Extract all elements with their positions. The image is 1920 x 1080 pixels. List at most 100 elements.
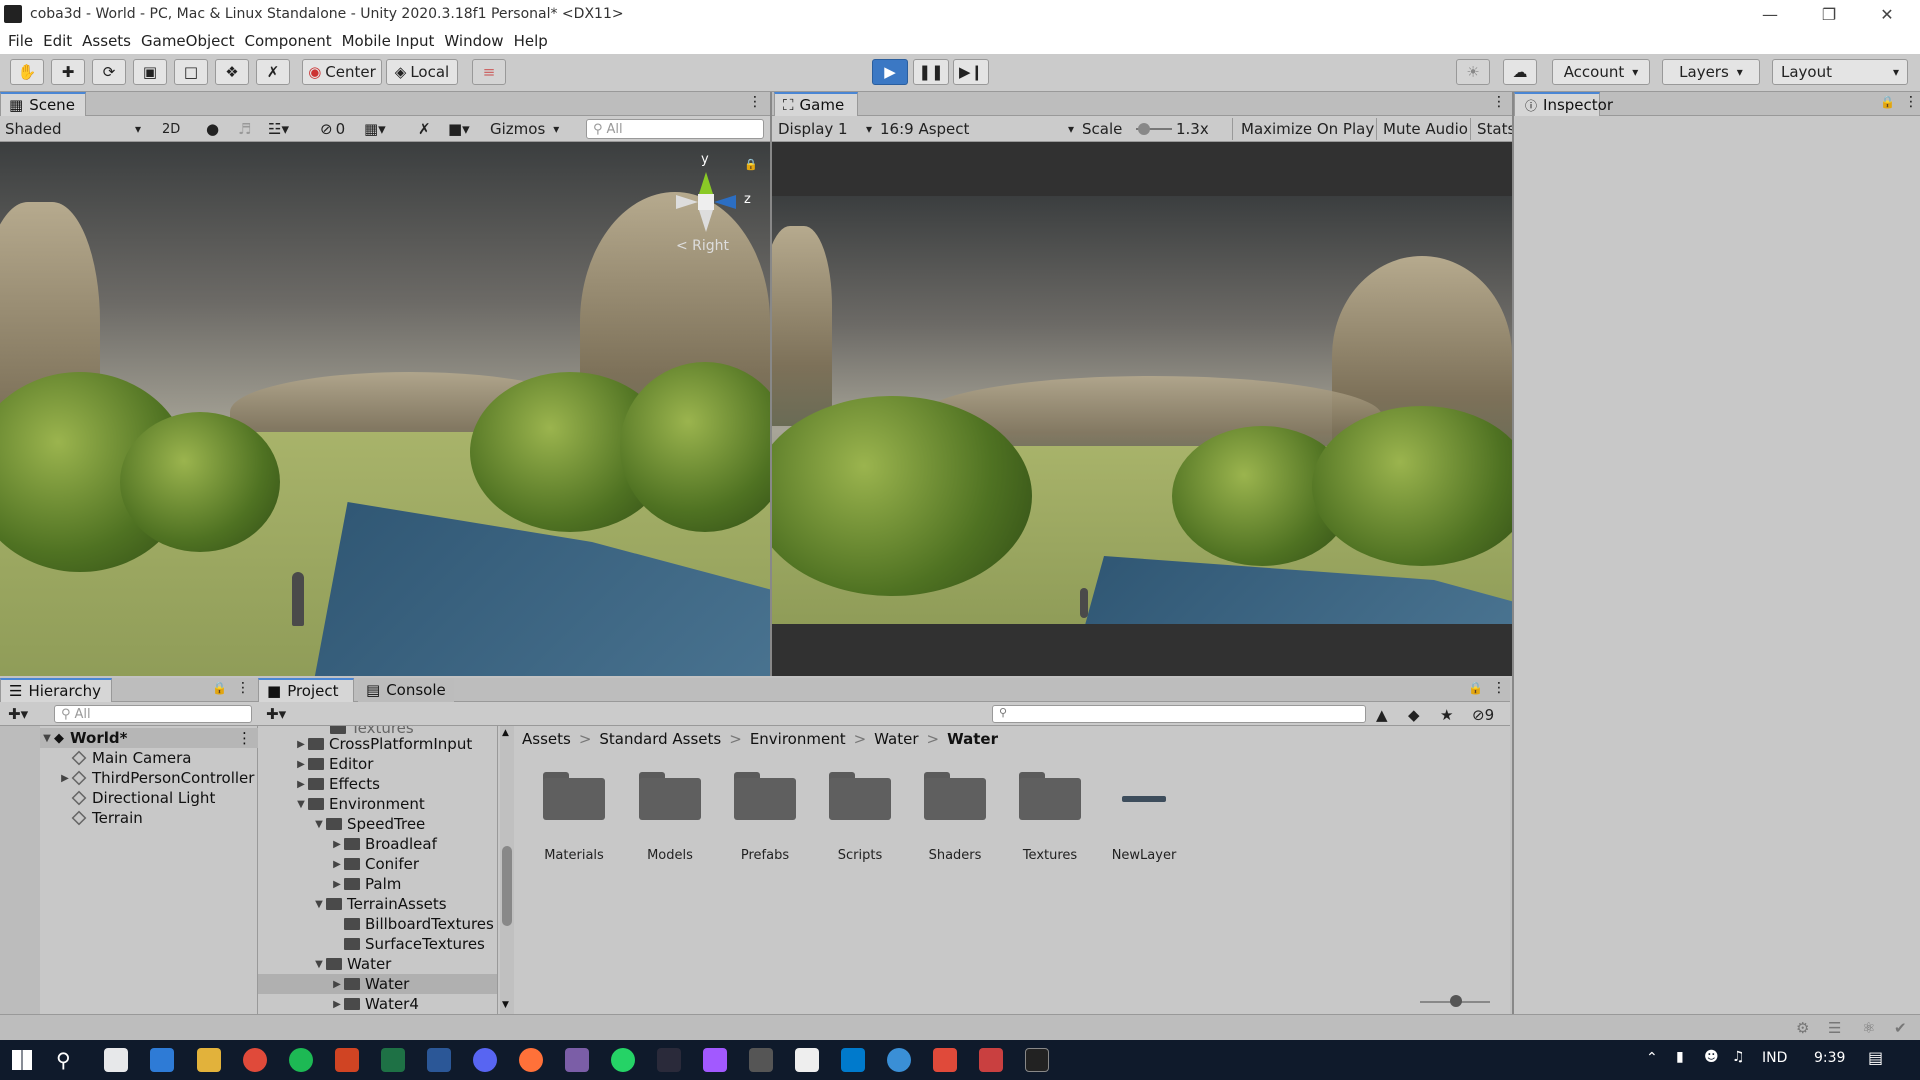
orientation-gizmo[interactable]: y z < Right 🔒	[668, 152, 758, 262]
game-viewport[interactable]	[772, 196, 1512, 624]
project-tree-item[interactable]: ▼ SpeedTree	[312, 814, 425, 834]
volume-icon[interactable]: ♫	[1732, 1049, 1745, 1065]
rect-tool-icon[interactable]: □	[174, 59, 208, 85]
figma-icon[interactable]	[703, 1048, 727, 1072]
spotify-icon[interactable]	[289, 1048, 313, 1072]
player-character[interactable]	[292, 572, 304, 626]
discord-icon[interactable]	[473, 1048, 497, 1072]
hierarchy-menu-icon[interactable]: ⋮	[236, 680, 250, 696]
stats-toggle[interactable]: Stats	[1470, 118, 1515, 140]
expand-arrow-icon[interactable]: ▶	[330, 979, 344, 990]
asset-folder[interactable]: Textures	[1002, 754, 1098, 874]
lighting-toggle-icon[interactable]: ●	[206, 118, 219, 140]
powerpoint-icon[interactable]	[335, 1048, 359, 1072]
project-tree-item[interactable]: ▶ Effects	[294, 774, 380, 794]
expand-arrow-icon[interactable]: ▶	[330, 859, 344, 870]
pause-button[interactable]: ❚❚	[913, 59, 949, 85]
expand-arrow-icon[interactable]: ▼	[312, 899, 326, 910]
expand-arrow-icon[interactable]: ▶	[294, 779, 308, 790]
tray-expand-icon[interactable]: ⌃	[1646, 1050, 1658, 1066]
gizmos-dropdown[interactable]: Gizmos	[490, 118, 559, 140]
expand-arrow-icon[interactable]: ▼	[312, 959, 326, 970]
pivot-local-button[interactable]: ◈ Local	[386, 59, 458, 85]
cache-icon[interactable]: ⚛	[1862, 1019, 1875, 1037]
progress-icon[interactable]: ✔	[1894, 1019, 1907, 1037]
project-lock-icon[interactable]: 🔒	[1468, 681, 1483, 695]
menu-window[interactable]: Window	[444, 32, 503, 50]
project-tree-item[interactable]: ▶ Conifer	[330, 854, 419, 874]
project-tree-item[interactable]: SurfaceTextures	[344, 934, 485, 954]
transform-tool-icon[interactable]: ❖	[215, 59, 249, 85]
gizmo-x-arrow-icon[interactable]	[676, 195, 698, 209]
unity-hub-icon[interactable]	[795, 1048, 819, 1072]
snap-icon[interactable]: ≡	[472, 59, 506, 85]
player-character[interactable]	[1080, 588, 1088, 618]
scale-tool-icon[interactable]: ▣	[133, 59, 167, 85]
menu-assets[interactable]: Assets	[82, 32, 131, 50]
project-tree-item[interactable]: BillboardTextures	[344, 914, 494, 934]
app-icon[interactable]	[565, 1048, 589, 1072]
rotate-tool-icon[interactable]: ⟳	[92, 59, 126, 85]
hierarchy-item[interactable]: ▶ ThirdPersonController	[58, 768, 254, 788]
move-tool-icon[interactable]: ✚	[51, 59, 85, 85]
search-icon[interactable]: ⚲	[56, 1048, 71, 1072]
expand-arrow-icon[interactable]: ▶	[330, 879, 344, 890]
wifi-icon[interactable]: ☻	[1704, 1049, 1719, 1065]
grid-toggle-icon[interactable]: ▦▾	[364, 118, 386, 140]
project-tree-item[interactable]: ▼ TerrainAssets	[312, 894, 446, 914]
minimize-button[interactable]: —	[1747, 0, 1793, 28]
step-button[interactable]: ▶❙	[953, 59, 989, 85]
hidden-objects-icon[interactable]: ⊘ 0	[320, 118, 345, 140]
whatsapp-icon[interactable]	[611, 1048, 635, 1072]
input-language[interactable]: IND	[1762, 1050, 1787, 1066]
tab-project[interactable]: ■ Project	[258, 678, 354, 702]
expand-arrow-icon[interactable]: ▶	[294, 759, 308, 770]
play-button[interactable]: ▶	[872, 59, 908, 85]
project-tree-item-selected[interactable]: ▶ Water	[258, 974, 497, 994]
tab-scene[interactable]: ▦ Scene	[0, 92, 86, 116]
shading-mode-dropdown[interactable]: Shaded	[5, 118, 145, 140]
scene-search-input[interactable]: ⚲ All	[586, 119, 764, 139]
menu-edit[interactable]: Edit	[43, 32, 72, 50]
audio-toggle-icon[interactable]: ♬	[238, 118, 251, 140]
menu-gameobject[interactable]: GameObject	[141, 32, 235, 50]
asset-folder[interactable]: Models	[622, 754, 718, 874]
tab-console[interactable]: ▤ Console	[358, 678, 454, 702]
project-tree-item[interactable]: ▶ Broadleaf	[330, 834, 437, 854]
file-explorer-icon[interactable]	[197, 1048, 221, 1072]
app-icon[interactable]	[979, 1048, 1003, 1072]
clock[interactable]: 9:39	[1814, 1050, 1845, 1066]
menu-component[interactable]: Component	[245, 32, 332, 50]
scroll-up-icon[interactable]: ▲	[502, 728, 509, 738]
bug-icon[interactable]: ⚙	[1796, 1019, 1809, 1037]
chrome-icon[interactable]	[243, 1048, 267, 1072]
restore-button[interactable]: ❐	[1806, 0, 1852, 28]
expand-arrow-icon[interactable]: ▼	[312, 819, 326, 830]
collapse-arrow-icon[interactable]: ▶	[58, 773, 72, 784]
excel-icon[interactable]	[381, 1048, 405, 1072]
cloud-icon[interactable]: ☁	[1503, 59, 1537, 85]
aspect-dropdown[interactable]: 16:9 Aspect	[880, 118, 1074, 140]
hierarchy-item[interactable]: Directional Light	[71, 788, 215, 808]
store-icon[interactable]	[104, 1048, 128, 1072]
hierarchy-search-input[interactable]: ⚲ All	[54, 705, 252, 723]
project-tree-item[interactable]: ▶ Water4	[330, 994, 419, 1014]
collab-icon[interactable]: ☀	[1456, 59, 1490, 85]
menu-mobile-input[interactable]: Mobile Input	[342, 32, 435, 50]
close-button[interactable]: ✕	[1864, 0, 1910, 28]
menu-help[interactable]: Help	[514, 32, 548, 50]
gizmo-y-arrow-icon[interactable]	[699, 172, 713, 194]
game-menu-icon[interactable]: ⋮	[1492, 94, 1506, 110]
breadcrumb-item[interactable]: Assets	[522, 730, 571, 748]
expand-arrow-icon[interactable]: ▶	[330, 839, 344, 850]
asset-folder[interactable]: Materials	[526, 754, 622, 874]
gizmo-neg-y-arrow-icon[interactable]	[699, 210, 713, 232]
scroll-down-icon[interactable]: ▼	[502, 1000, 509, 1010]
tool-icon[interactable]	[657, 1048, 681, 1072]
unity-icon[interactable]	[1025, 1048, 1049, 1072]
layout-dropdown[interactable]: Layout	[1772, 59, 1908, 85]
icon-size-slider-thumb[interactable]	[1450, 995, 1462, 1007]
vscode-icon[interactable]	[841, 1048, 865, 1072]
project-tree-item[interactable]: ▶ CrossPlatformInput	[294, 734, 472, 754]
start-icon[interactable]	[12, 1050, 32, 1070]
